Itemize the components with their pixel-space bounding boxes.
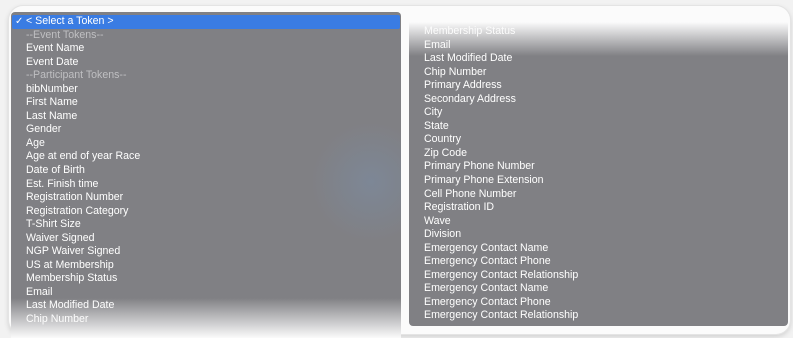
menu-item[interactable]: Emergency Contact Name	[409, 282, 788, 296]
menu-item[interactable]: Registration Category	[11, 205, 401, 219]
menu-item[interactable]: Emergency Contact Phone	[409, 296, 788, 310]
menu-item[interactable]: Last Modified Date	[409, 52, 788, 66]
menu-item[interactable]: Country	[409, 133, 788, 147]
menu-group-header: --Participant Tokens--	[26, 69, 127, 82]
menu-item[interactable]: Primary Address	[409, 79, 788, 93]
menu-item[interactable]: Emergency Contact Name	[409, 242, 788, 256]
menu-item[interactable]: Zip Code	[409, 147, 788, 161]
menu-item[interactable]: Emergency Contact Relationship	[409, 269, 788, 283]
menu-group-header: --Event Tokens--	[26, 28, 104, 41]
menu-item[interactable]: Last Name	[11, 110, 401, 124]
menu-item-label: < Select a Token >	[26, 15, 114, 27]
checkmark-icon: ✓	[15, 16, 24, 27]
menu-item[interactable]: Cell Phone Number	[409, 188, 788, 202]
menu-item[interactable]: Emergency Contact Relationship	[409, 309, 788, 323]
menu-item[interactable]: Event Date	[11, 56, 401, 70]
menu-item[interactable]: Date of Birth	[11, 164, 401, 178]
menu-item[interactable]: Division	[409, 228, 788, 242]
menu-item[interactable]: Chip Number	[11, 313, 401, 327]
menu-item[interactable]: NGP Waiver Signed	[11, 245, 401, 259]
menu-item[interactable]: First Name	[11, 96, 401, 110]
menu-item[interactable]: US at Membership	[11, 259, 401, 273]
menu-item[interactable]: Registration ID	[409, 201, 788, 215]
menu-item[interactable]: Email	[11, 286, 401, 300]
menu-item[interactable]: Membership Status	[409, 25, 788, 39]
menu-item[interactable]: State	[409, 120, 788, 134]
menu-item[interactable]: Event Name	[11, 42, 401, 56]
menu-item[interactable]: Registration Number	[11, 191, 401, 205]
menu-item[interactable]: Waiver Signed	[11, 232, 401, 246]
menu-item[interactable]: T-Shirt Size	[11, 218, 401, 232]
menu-item[interactable]: Last Modified Date	[11, 299, 401, 313]
token-dropdown-menu-right[interactable]: Membership Status Email Last Modified Date…	[409, 22, 788, 326]
menu-item[interactable]: Age at end of year Race	[11, 150, 401, 164]
menu-item[interactable]: City	[409, 106, 788, 120]
token-dropdown-menu-left[interactable]: ✓ < Select a Token > --Event Tokens-- Eve…	[11, 12, 401, 338]
menu-item[interactable]: Primary Phone Number	[409, 160, 788, 174]
menu-item[interactable]: Email	[409, 39, 788, 53]
menu-item[interactable]: Age	[11, 137, 401, 151]
menu-item[interactable]: Chip Number	[409, 66, 788, 80]
token-list-left: ✓ < Select a Token > --Event Tokens-- Eve…	[11, 12, 401, 327]
menu-item[interactable]: Emergency Contact Phone	[409, 255, 788, 269]
token-list-right: Membership Status Email Last Modified Date…	[409, 22, 788, 323]
menu-item[interactable]: bibNumber	[11, 83, 401, 97]
menu-item[interactable]: Membership Status	[11, 272, 401, 286]
menu-item[interactable]: Primary Phone Extension	[409, 174, 788, 188]
menu-item[interactable]: Wave	[409, 215, 788, 229]
menu-item[interactable]: Gender	[11, 123, 401, 137]
menu-item-select-token[interactable]: ✓ < Select a Token >	[12, 15, 400, 29]
menu-item[interactable]: Est. Finish time	[11, 178, 401, 192]
menu-item[interactable]: Secondary Address	[409, 93, 788, 107]
